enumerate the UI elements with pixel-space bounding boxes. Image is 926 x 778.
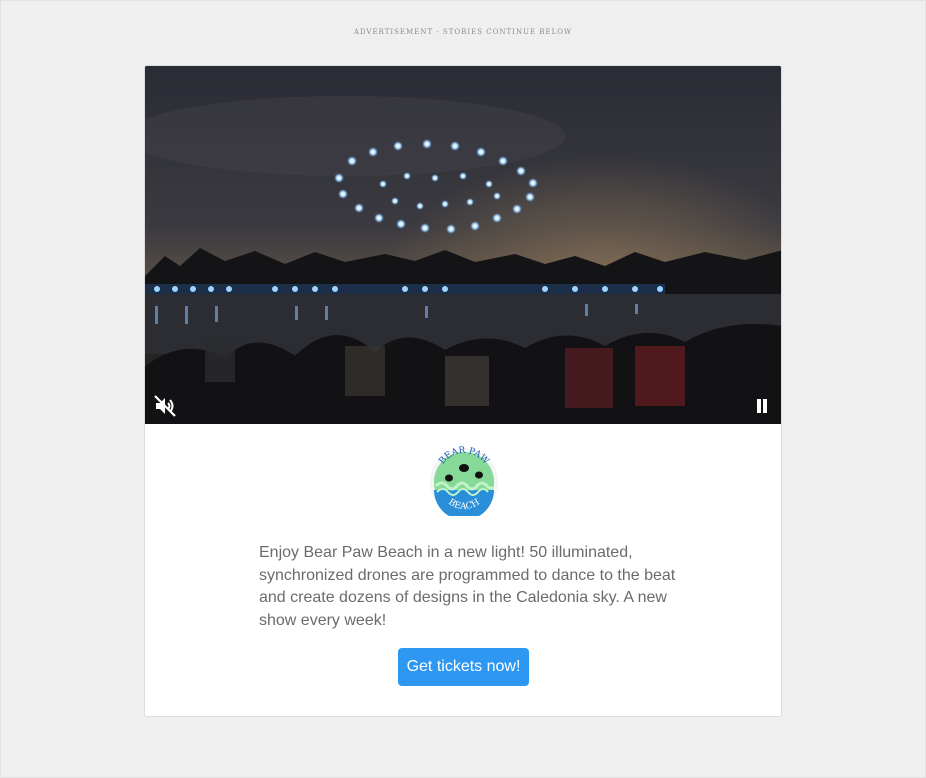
ad-card: BEAR PAW BEACH Enjoy Bear Paw Beach in a… (144, 65, 782, 717)
pause-icon (757, 399, 767, 413)
promo-description: Enjoy Bear Paw Beach in a new light! 50 … (259, 544, 676, 629)
drone-show-video-frame (145, 66, 781, 424)
bear-paw-beach-logo: BEAR PAW BEACH (429, 440, 499, 520)
advertisement-label: ADVERTISEMENT - STORIES CONTINUE BELOW (353, 28, 573, 36)
pause-button[interactable] (751, 396, 773, 416)
mute-toggle-button[interactable] (153, 394, 177, 418)
get-tickets-button[interactable]: Get tickets now! (398, 648, 529, 686)
muted-speaker-icon (154, 395, 176, 417)
promo-video[interactable] (145, 66, 781, 424)
